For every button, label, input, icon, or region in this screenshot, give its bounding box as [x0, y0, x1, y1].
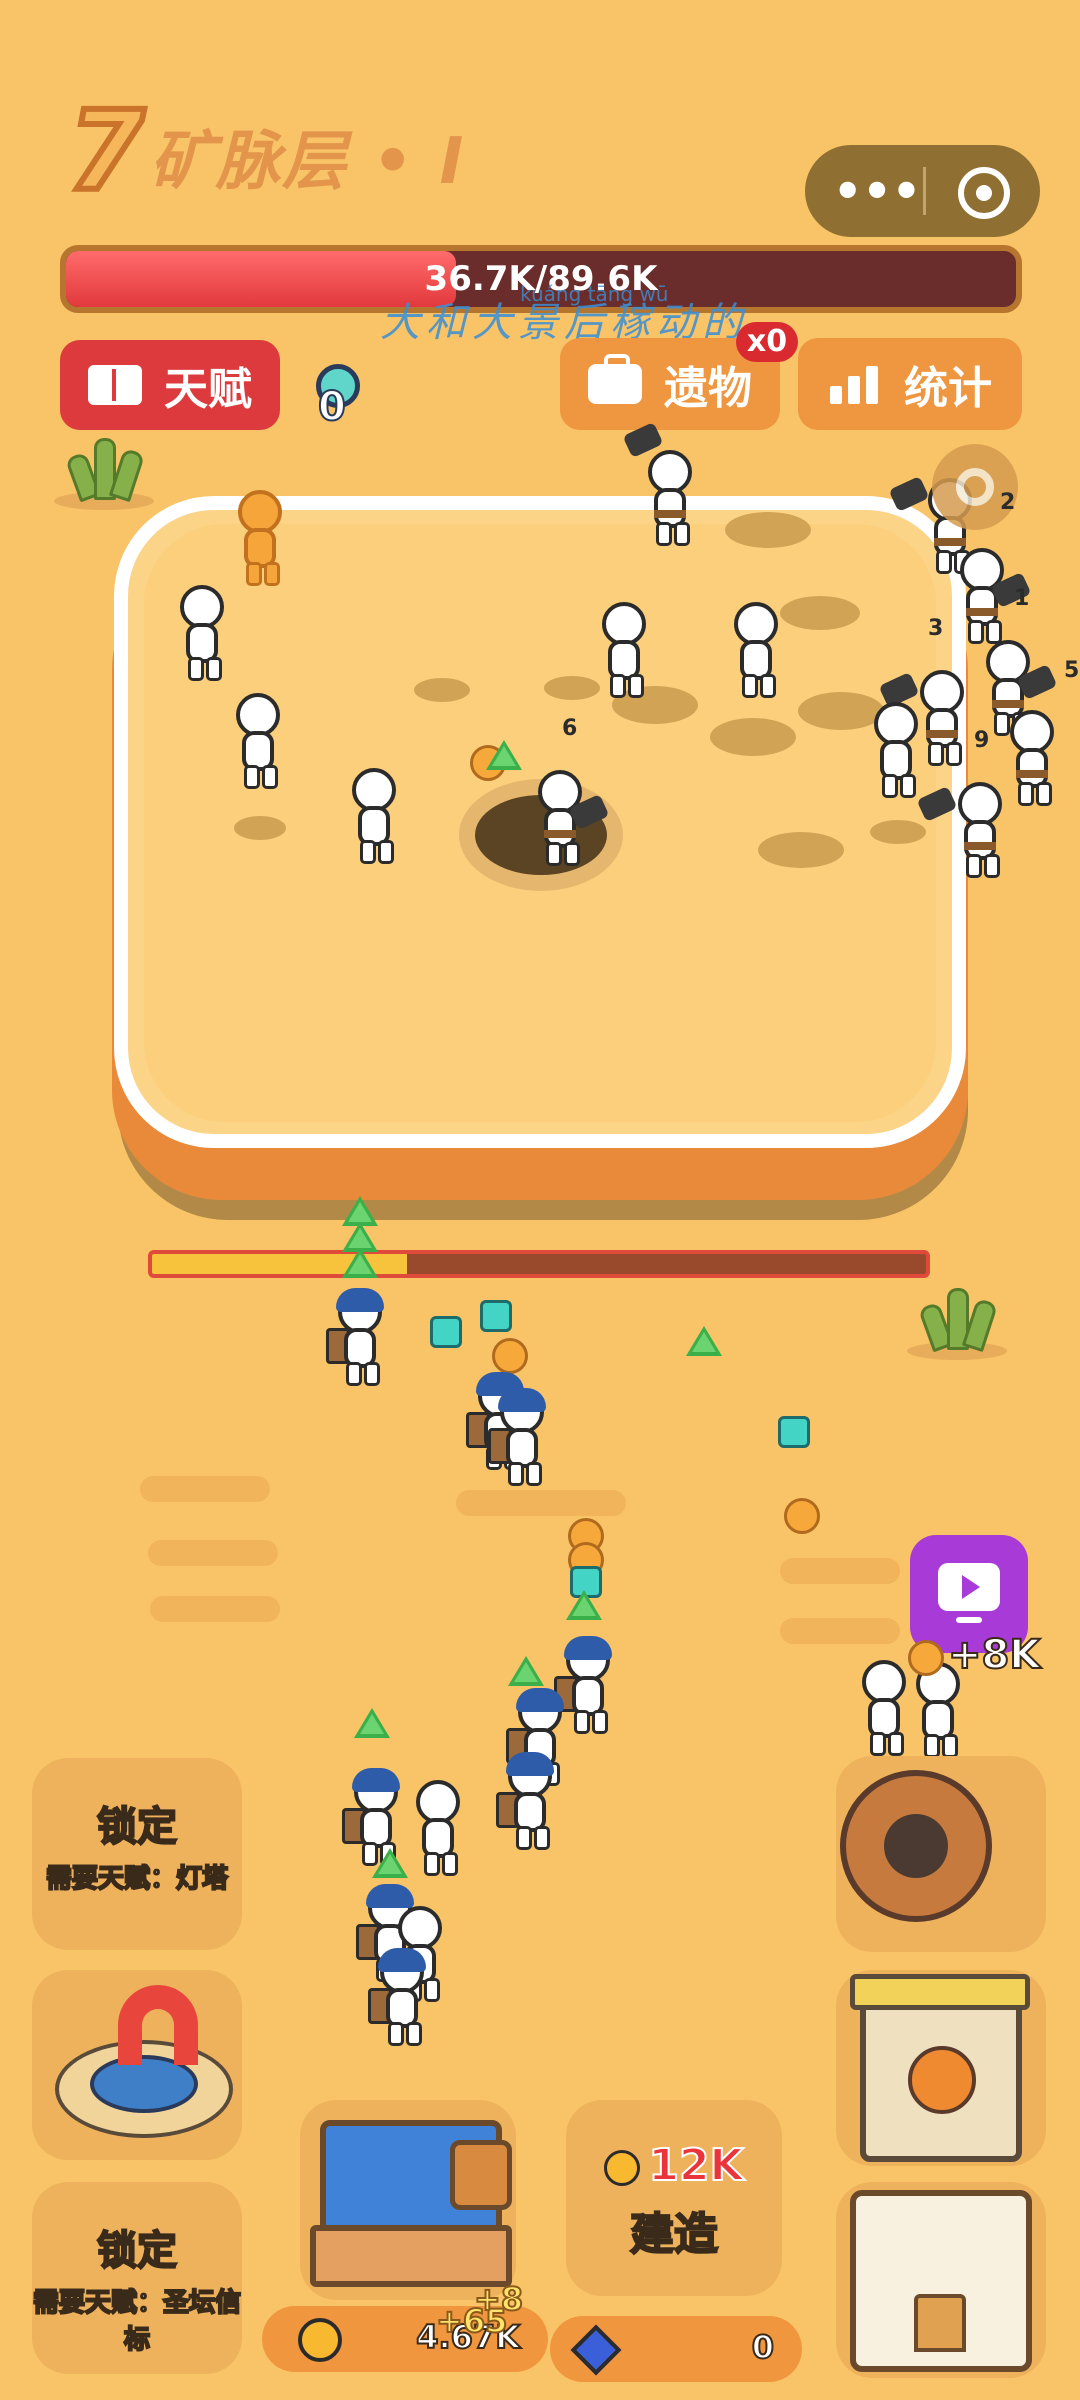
- grass-decoration: [907, 1288, 1007, 1360]
- carrier-character: [326, 1288, 400, 1390]
- barrel-icon: [450, 2140, 512, 2210]
- path-stripe: [780, 1618, 900, 1644]
- level-name: 矿脉层 • I: [150, 125, 466, 199]
- gym-icon: [850, 1974, 1030, 2162]
- damage-number: 1: [1014, 586, 1030, 611]
- lock-title: 锁定: [96, 1803, 178, 1851]
- green-crystal-pickup: [486, 740, 522, 770]
- build-label: 建造: [629, 2208, 719, 2261]
- carrier-character: [368, 1948, 442, 2050]
- hammer-character: [530, 770, 610, 870]
- path-stripe: [780, 1558, 900, 1584]
- gem-icon: [570, 2324, 622, 2376]
- dig-spot: [725, 512, 811, 548]
- miner-character: [726, 602, 796, 702]
- green-crystal-pickup: [508, 1656, 544, 1686]
- miner-character: [172, 585, 242, 685]
- coin-icon: [604, 2150, 641, 2186]
- teal-gem-pickup: [480, 1300, 512, 1332]
- bar-chart-icon: [828, 364, 882, 404]
- dig-spot: [870, 820, 926, 844]
- path-stripe: [140, 1476, 270, 1502]
- hammer-character: [952, 548, 1032, 648]
- damage-number: 3: [928, 616, 944, 641]
- miner-character: [344, 768, 414, 868]
- miner-character: [408, 1780, 478, 1880]
- briefcase-icon: [588, 354, 642, 404]
- miner-character: [866, 702, 936, 802]
- more-dots-icon[interactable]: •••: [833, 165, 921, 217]
- miniprogram-capsule: •••: [805, 145, 1040, 237]
- capsule-divider: [923, 167, 926, 215]
- target-icon[interactable]: [958, 167, 1010, 219]
- coin-icon: [908, 1640, 944, 1676]
- green-crystal-pickup: [372, 1848, 408, 1878]
- dig-spot: [234, 816, 286, 840]
- miner-character: [228, 693, 298, 793]
- locked-slot-lighthouse[interactable]: 锁定 需要天赋：灯塔: [32, 1758, 242, 1950]
- video-reward-amount: +8K: [947, 1631, 1041, 1679]
- talent-button[interactable]: 天赋: [60, 340, 280, 430]
- green-crystal-pickup: [566, 1590, 602, 1620]
- green-crystal-pickup: [354, 1708, 390, 1738]
- lock-requirement: 需要天赋：圣坛信标: [32, 2287, 242, 2356]
- carrier-character: [496, 1752, 570, 1854]
- carrier-character: [488, 1388, 562, 1490]
- level-number: 7: [65, 87, 148, 215]
- arena-progress-bar: [148, 1250, 930, 1278]
- forge-icon: [840, 1770, 992, 1922]
- damage-number: 6: [562, 716, 578, 741]
- play-video-icon: [938, 1563, 1000, 1611]
- teal-gem-pickup: [430, 1316, 462, 1348]
- gem-counter: 0: [550, 2316, 802, 2382]
- coin-icon: [298, 2318, 342, 2362]
- stats-button[interactable]: 统计: [798, 338, 1022, 430]
- green-crystal-pickup: [686, 1326, 722, 1356]
- damage-number: 9: [974, 728, 990, 753]
- overlay-pinyin: kuáng tāng wū: [520, 282, 669, 306]
- locked-slot-altar-beacon[interactable]: 锁定 需要天赋：圣坛信标: [32, 2182, 242, 2374]
- dig-spot: [758, 832, 844, 868]
- path-stripe: [456, 1490, 626, 1516]
- damage-number: 5: [1064, 658, 1080, 683]
- damage-number: 2: [1000, 490, 1016, 515]
- book-icon: [88, 365, 142, 405]
- relic-label: 遗物: [664, 363, 752, 414]
- hammer-character: [622, 421, 710, 550]
- coin-pickup: [784, 1498, 820, 1534]
- magnet-icon: [118, 1985, 198, 2065]
- coin-gain: +8: [473, 2279, 524, 2319]
- bed-frame: [310, 2225, 512, 2287]
- lock-title: 锁定: [96, 2227, 178, 2275]
- talent-label: 天赋: [164, 364, 252, 415]
- kettlebell-icon: [908, 2046, 976, 2114]
- miner-character: [594, 602, 664, 702]
- path-stripe: [148, 1540, 278, 1566]
- gear-icon[interactable]: [932, 444, 1018, 530]
- green-crystal-pickup: [342, 1248, 378, 1278]
- dig-spot: [544, 676, 600, 700]
- coin-pickup: [492, 1338, 528, 1374]
- miner-character: [230, 490, 300, 590]
- dig-spot: [710, 718, 796, 756]
- build-price: 12K: [566, 2139, 782, 2192]
- dig-spot: [414, 678, 470, 702]
- tent-icon: [850, 2190, 1032, 2372]
- lock-requirement: 需要天赋：灯塔: [45, 1863, 229, 1895]
- stats-label: 统计: [904, 363, 992, 414]
- build-button[interactable]: 12K 建造: [566, 2100, 782, 2296]
- key-count: 0: [317, 383, 347, 431]
- path-stripe: [150, 1596, 280, 1622]
- grass-decoration: [54, 438, 154, 510]
- gem-amount: 0: [751, 2327, 775, 2367]
- hammer-character: [916, 782, 1020, 882]
- relic-count-badge: x0: [736, 322, 798, 362]
- teal-gem-pickup: [778, 1416, 810, 1448]
